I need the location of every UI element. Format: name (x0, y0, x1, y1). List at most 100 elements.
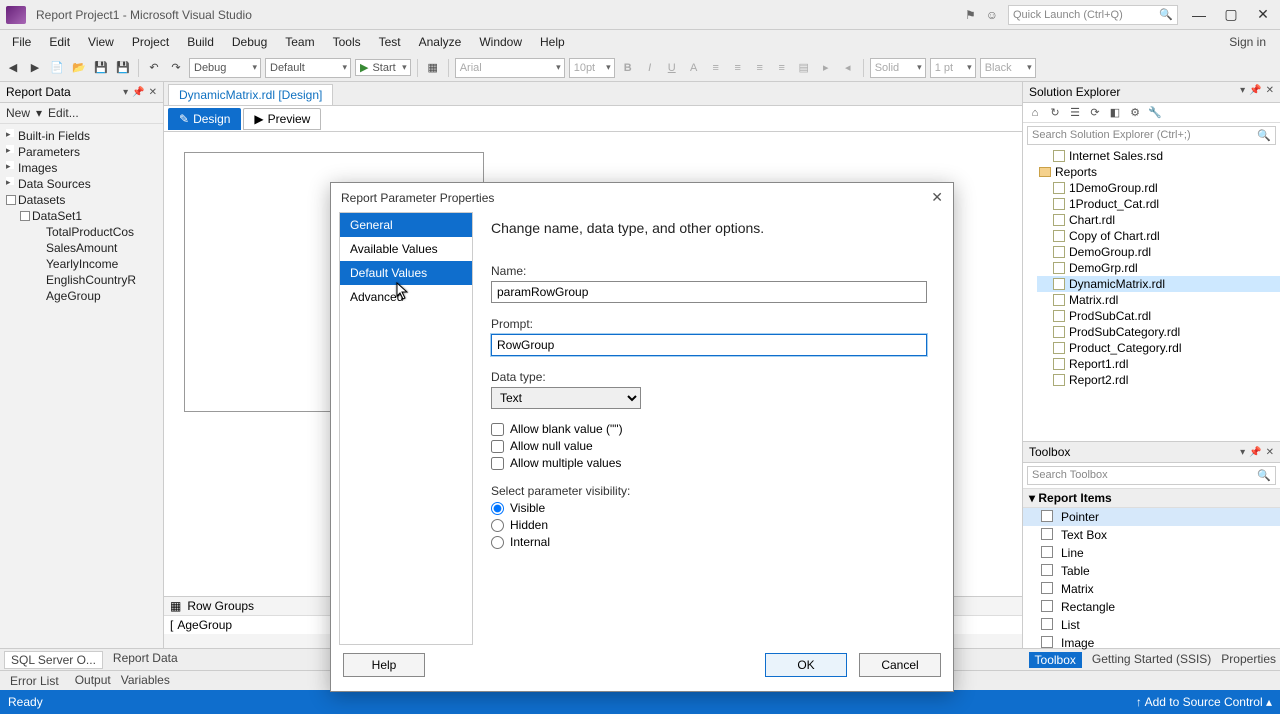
dropdown-icon[interactable]: ▾ (1240, 85, 1245, 99)
design-tab[interactable]: ✎Design (168, 108, 241, 130)
visibility-internal-radio[interactable] (491, 536, 504, 549)
shared-datasource-item[interactable]: Internet Sales.rsd (1037, 148, 1280, 164)
underline-icon[interactable]: U (663, 59, 681, 77)
help-button[interactable]: Help (343, 653, 425, 677)
report-item[interactable]: Copy of Chart.rdl (1037, 228, 1280, 244)
menu-view[interactable]: View (80, 32, 122, 52)
align-left-icon[interactable]: ≡ (707, 59, 725, 77)
tool-list[interactable]: List (1023, 616, 1280, 634)
report-item[interactable]: Report2.rdl (1037, 372, 1280, 388)
redo-icon[interactable]: ↷ (167, 59, 185, 77)
tab-properties[interactable]: Properties (1221, 652, 1276, 668)
edit-button[interactable]: Edit... (48, 106, 79, 120)
fontcolor-icon[interactable]: A (685, 59, 703, 77)
allow-multiple-checkbox[interactable] (491, 457, 504, 470)
font-dropdown[interactable]: Arial (455, 58, 565, 78)
report-item[interactable]: ProdSubCat.rdl (1037, 308, 1280, 324)
preview-tab[interactable]: ▶Preview (243, 108, 321, 130)
prompt-input[interactable] (491, 334, 927, 356)
pin-icon[interactable]: 📌 (1249, 85, 1261, 99)
menu-team[interactable]: Team (277, 32, 322, 52)
tool-line[interactable]: Line (1023, 544, 1280, 562)
field-totalproductcost[interactable]: TotalProductCos (32, 224, 159, 240)
config-dropdown[interactable]: Debug (189, 58, 261, 78)
tool-textbox[interactable]: Text Box (1023, 526, 1280, 544)
new-project-icon[interactable]: 📄 (48, 59, 66, 77)
dialog-close-button[interactable]: ✕ (931, 189, 943, 206)
menu-window[interactable]: Window (471, 32, 530, 52)
indent-icon[interactable]: ▸ (817, 59, 835, 77)
report-item[interactable]: Product_Category.rdl (1037, 340, 1280, 356)
document-tab[interactable]: DynamicMatrix.rdl [Design] (168, 84, 333, 105)
field-englishcountry[interactable]: EnglishCountryR (32, 272, 159, 288)
report-item-selected[interactable]: DynamicMatrix.rdl (1037, 276, 1280, 292)
report-item[interactable]: 1DemoGroup.rdl (1037, 180, 1280, 196)
extension-icon[interactable]: ▦ (424, 59, 442, 77)
tab-sqlserver[interactable]: SQL Server O... (4, 651, 103, 669)
tab-errorlist[interactable]: Error List (4, 673, 65, 689)
name-input[interactable] (491, 281, 927, 303)
align-center-icon[interactable]: ≡ (729, 59, 747, 77)
italic-icon[interactable]: I (641, 59, 659, 77)
field-yearlyincome[interactable]: YearlyIncome (32, 256, 159, 272)
visibility-hidden-radio[interactable] (491, 519, 504, 532)
tool-matrix[interactable]: Matrix (1023, 580, 1280, 598)
fontsize-dropdown[interactable]: 10pt (569, 58, 615, 78)
feedback-icon[interactable]: ☺ (986, 8, 998, 22)
toolbox-group[interactable]: ▾ Report Items (1023, 488, 1280, 508)
toolbox-search-input[interactable]: Search Toolbox🔍 (1027, 466, 1276, 485)
home-icon[interactable]: ⌂ (1027, 107, 1043, 119)
nav-advanced[interactable]: Advanced (340, 285, 472, 309)
bold-icon[interactable]: B (619, 59, 637, 77)
tree-parameters[interactable]: Parameters (4, 144, 159, 160)
reports-folder[interactable]: Reports (1037, 164, 1280, 180)
menu-analyze[interactable]: Analyze (411, 32, 470, 52)
tree-builtin-fields[interactable]: Built-in Fields (4, 128, 159, 144)
report-item[interactable]: Report1.rdl (1037, 356, 1280, 372)
tool-rectangle[interactable]: Rectangle (1023, 598, 1280, 616)
tab-variables[interactable]: Variables (121, 673, 170, 689)
tool-pointer[interactable]: Pointer (1023, 508, 1280, 526)
border-style-dropdown[interactable]: Solid (870, 58, 926, 78)
menu-tools[interactable]: Tools (325, 32, 369, 52)
menu-edit[interactable]: Edit (41, 32, 78, 52)
tree-images[interactable]: Images (4, 160, 159, 176)
border-color-dropdown[interactable]: Black (980, 58, 1036, 78)
undo-icon[interactable]: ↶ (145, 59, 163, 77)
save-icon[interactable]: 💾 (92, 59, 110, 77)
menu-file[interactable]: File (4, 32, 39, 52)
tab-getting-started[interactable]: Getting Started (SSIS) (1092, 652, 1211, 668)
outdent-icon[interactable]: ◂ (839, 59, 857, 77)
tool-image[interactable]: Image (1023, 634, 1280, 652)
ok-button[interactable]: OK (765, 653, 847, 677)
datatype-select[interactable]: Text (491, 387, 641, 409)
tree-datasets[interactable]: Datasets (4, 192, 159, 208)
list-icon[interactable]: ▤ (795, 59, 813, 77)
nav-available-values[interactable]: Available Values (340, 237, 472, 261)
report-item[interactable]: DemoGroup.rdl (1037, 244, 1280, 260)
report-item[interactable]: Matrix.rdl (1037, 292, 1280, 308)
quick-launch-input[interactable]: Quick Launch (Ctrl+Q) 🔍 (1008, 5, 1178, 25)
allow-blank-checkbox[interactable] (491, 423, 504, 436)
start-button[interactable]: ▶Start (355, 59, 411, 76)
cancel-button[interactable]: Cancel (859, 653, 941, 677)
new-dropdown[interactable]: New (6, 106, 30, 120)
close-button[interactable]: ✕ (1252, 6, 1274, 23)
nav-default-values[interactable]: Default Values (340, 261, 472, 285)
menu-help[interactable]: Help (532, 32, 573, 52)
report-item[interactable]: DemoGrp.rdl (1037, 260, 1280, 276)
visibility-visible-radio[interactable] (491, 502, 504, 515)
back-button[interactable]: ◀ (4, 59, 22, 77)
align-right-icon[interactable]: ≡ (751, 59, 769, 77)
save-all-icon[interactable]: 💾 (114, 59, 132, 77)
wrench-icon[interactable]: 🔧 (1147, 106, 1163, 119)
dropdown-icon[interactable]: ▾ (123, 87, 128, 98)
allow-null-checkbox[interactable] (491, 440, 504, 453)
close-panel-icon[interactable]: ✕ (1266, 85, 1274, 99)
tab-toolbox[interactable]: Toolbox (1029, 652, 1082, 668)
tab-output[interactable]: Output (75, 673, 111, 689)
forward-button[interactable]: ▶ (26, 59, 44, 77)
tree-datasources[interactable]: Data Sources (4, 176, 159, 192)
tab-reportdata[interactable]: Report Data (113, 651, 178, 669)
tool-table[interactable]: Table (1023, 562, 1280, 580)
